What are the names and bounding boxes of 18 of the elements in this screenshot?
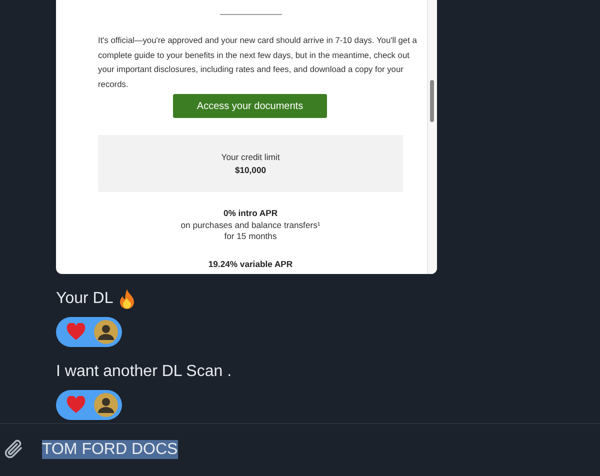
access-documents-button[interactable]: Access your documents [173, 94, 327, 118]
scrollbar-thumb[interactable] [430, 80, 434, 122]
message-text: I want another DL Scan . [56, 363, 232, 381]
heart-icon [66, 323, 86, 341]
offer-detail: on purchases and balance transfers¹ [180, 220, 320, 232]
message-input[interactable]: TOM FORD DOCS [42, 441, 600, 459]
email-paragraph: It's official—you're approved and your new card should arrive in 7-10 days. You'll get a complete guide to your benefits in the next few days, but in the meantime, check out your important disclosures, including rates and fees, and download a copy for your records. [98, 34, 418, 91]
message-text: Your DL [56, 290, 114, 308]
reaction-pill[interactable] [56, 317, 122, 347]
offer-detail: for 15 months [224, 231, 277, 243]
offer-title: 0% intro APR [223, 208, 278, 220]
avatar-icon [94, 393, 118, 417]
heart-icon [66, 396, 86, 414]
avatar-icon [94, 320, 118, 344]
credit-limit-label: Your credit limit [221, 152, 280, 162]
offer-title: 19.24% variable APR [208, 258, 293, 270]
reaction-pill[interactable] [56, 390, 122, 420]
credit-limit-value: $10,000 [234, 165, 266, 176]
